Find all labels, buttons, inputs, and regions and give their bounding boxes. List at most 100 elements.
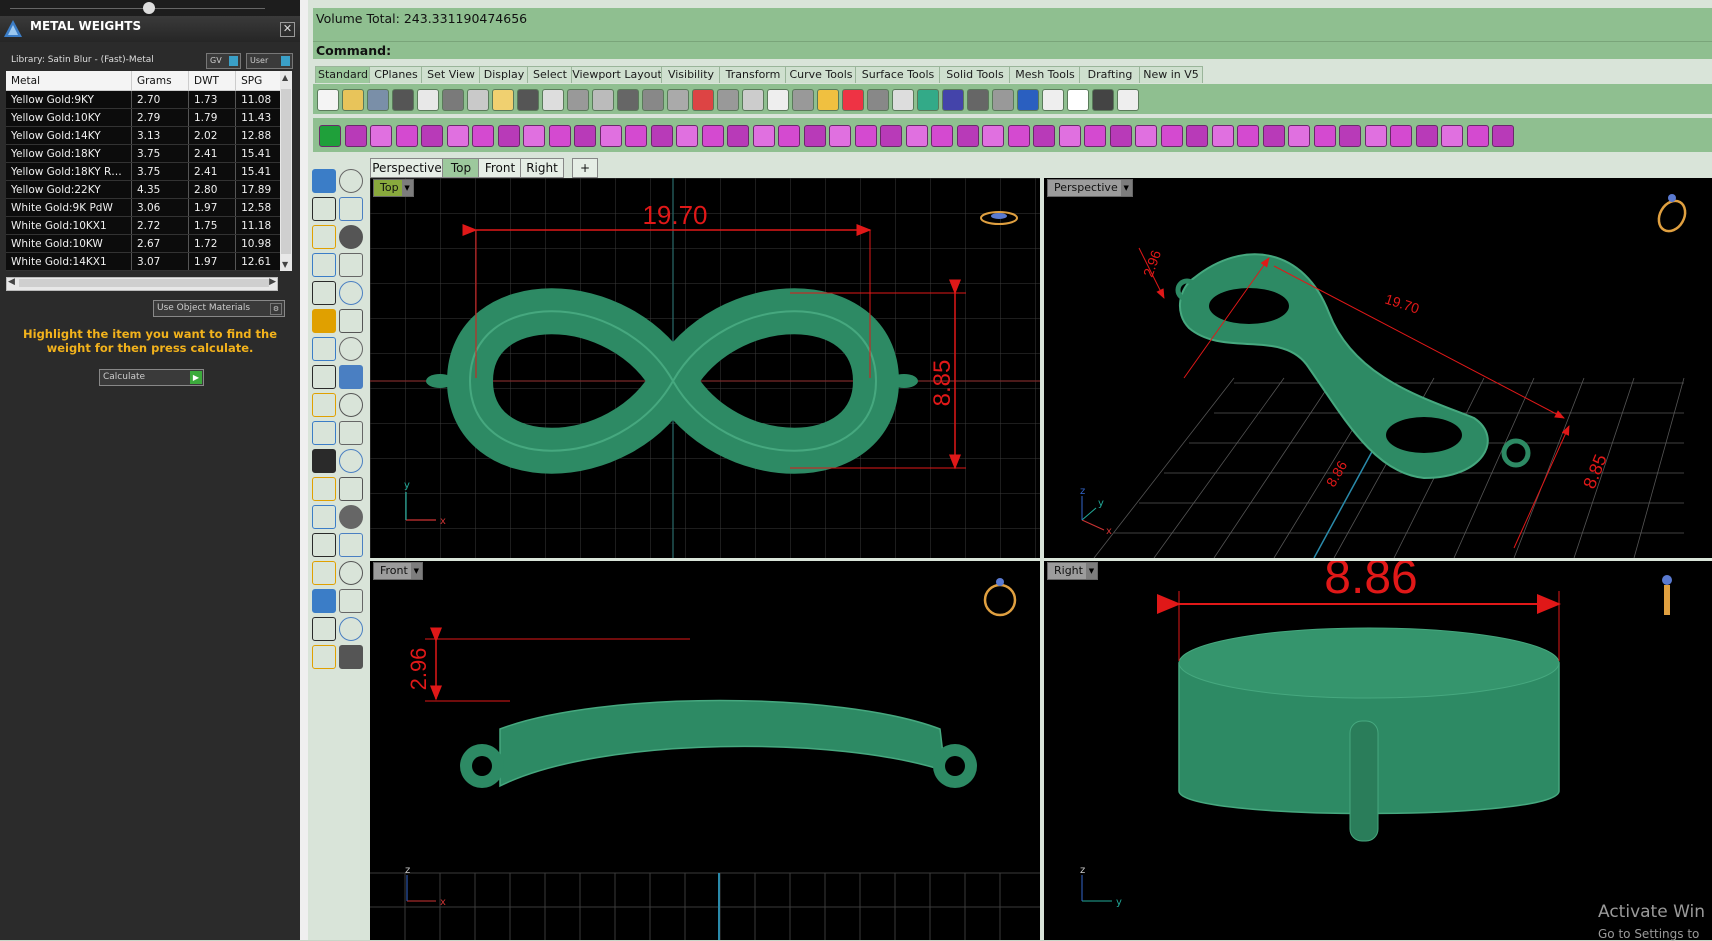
- solid-tool-icon[interactable]: [574, 125, 596, 147]
- zoom-extents-icon[interactable]: [642, 89, 664, 111]
- paste-icon[interactable]: [492, 89, 514, 111]
- point-icon[interactable]: [792, 89, 814, 111]
- viewport-label-front[interactable]: Front ▼: [373, 562, 423, 580]
- tab-standard[interactable]: Standard: [315, 66, 371, 83]
- text-icon[interactable]: [312, 505, 336, 529]
- color-wheel-icon[interactable]: [917, 89, 939, 111]
- solid-tool-icon[interactable]: [497, 125, 520, 147]
- grid-icon[interactable]: [339, 561, 363, 585]
- close-icon[interactable]: ✕: [280, 22, 295, 37]
- box-icon[interactable]: [312, 337, 336, 361]
- solid-tool-icon[interactable]: [1237, 125, 1259, 147]
- solid-tool-icon[interactable]: [1058, 125, 1081, 147]
- extend-icon[interactable]: [339, 421, 363, 445]
- print-icon[interactable]: [392, 89, 414, 111]
- solid-tool-icon[interactable]: [650, 125, 673, 147]
- gv-toggle[interactable]: GV: [206, 53, 241, 69]
- globe-icon[interactable]: [1017, 89, 1039, 111]
- help-icon[interactable]: [1117, 89, 1139, 111]
- solid-tool-icon[interactable]: [905, 125, 928, 147]
- table-row[interactable]: White Gold:10KW 2.67 1.72 10.98: [6, 234, 282, 253]
- tab-curve-tools[interactable]: Curve Tools: [785, 66, 857, 83]
- solid-tool-icon[interactable]: [395, 125, 418, 147]
- offset-icon[interactable]: [312, 477, 336, 501]
- rectangle-icon[interactable]: [339, 253, 363, 277]
- group-icon[interactable]: [312, 449, 336, 473]
- color-icon[interactable]: [892, 89, 914, 111]
- table-row[interactable]: Yellow Gold:14KY 3.13 2.02 12.88: [6, 126, 282, 145]
- viewport-label-perspective[interactable]: Perspective ▼: [1047, 179, 1133, 197]
- solid-tool-icon[interactable]: [370, 125, 392, 147]
- surface-icon[interactable]: [312, 309, 336, 333]
- solid-tool-icon[interactable]: [1033, 125, 1055, 147]
- solid-tool-icon[interactable]: [1007, 125, 1030, 147]
- viewport-tab-top[interactable]: Top: [442, 158, 480, 178]
- cut-icon[interactable]: [442, 89, 464, 111]
- solid-tool-icon[interactable]: [1415, 125, 1438, 147]
- arc-icon[interactable]: [312, 253, 336, 277]
- solid-tool-icon[interactable]: [1186, 125, 1208, 147]
- freeform-icon[interactable]: [339, 281, 363, 305]
- solid-tool-icon[interactable]: [472, 125, 494, 147]
- scroll-down-icon[interactable]: ▼: [282, 260, 288, 269]
- table-row[interactable]: Yellow Gold:22KY 4.35 2.80 17.89: [6, 180, 282, 199]
- lock-icon[interactable]: [867, 89, 889, 111]
- splitter[interactable]: [300, 0, 308, 940]
- render-icon[interactable]: [967, 89, 989, 111]
- solid-tool-icon[interactable]: [1109, 125, 1132, 147]
- patch-icon[interactable]: [339, 309, 363, 333]
- solid-tool-icon[interactable]: [625, 125, 647, 147]
- solid-tool-icon[interactable]: [956, 125, 979, 147]
- select-icon[interactable]: [817, 89, 839, 111]
- solid-tool-icon[interactable]: [778, 125, 800, 147]
- viewport-right[interactable]: 8.86 y z Right ▼: [1044, 561, 1712, 940]
- tab-select[interactable]: Select: [527, 66, 573, 83]
- solid-tool-icon[interactable]: [880, 125, 902, 147]
- column-header[interactable]: SPG: [235, 71, 282, 91]
- distance-icon[interactable]: [339, 589, 363, 613]
- tab-visibility[interactable]: Visibility: [661, 66, 721, 83]
- user-toggle[interactable]: User: [246, 53, 293, 69]
- open-file-icon[interactable]: [342, 89, 364, 111]
- viewport-label-top[interactable]: Top ▼: [373, 179, 414, 197]
- tab-drafting[interactable]: Drafting: [1079, 66, 1141, 83]
- solid-tool-icon[interactable]: [982, 125, 1004, 147]
- table-row[interactable]: Yellow Gold:18KY R… 3.75 2.41 15.41: [6, 162, 282, 181]
- dimension-icon[interactable]: [1092, 89, 1114, 111]
- boolean-icon[interactable]: [339, 393, 363, 417]
- scroll-thumb[interactable]: [281, 89, 291, 254]
- table-row[interactable]: Yellow Gold:18KY 3.75 2.41 15.41: [6, 144, 282, 163]
- tab-display[interactable]: Display: [479, 66, 529, 83]
- solid-tool-icon[interactable]: [1364, 125, 1387, 147]
- scroll-thumb[interactable]: [19, 279, 269, 287]
- add-viewport-tab[interactable]: +: [572, 158, 598, 178]
- check-icon[interactable]: [339, 617, 363, 641]
- gear-icon[interactable]: [1067, 89, 1089, 111]
- tab-transform[interactable]: Transform: [719, 66, 787, 83]
- solid-tool-icon[interactable]: [548, 125, 571, 147]
- viewport-front[interactable]: 2.96 x z Front ▼: [370, 561, 1040, 940]
- viewport-top[interactable]: 19.70 8.85 x y Top ▼: [370, 178, 1040, 558]
- zoom-icon[interactable]: [592, 89, 614, 111]
- calculate-button[interactable]: Calculate ▶: [99, 369, 204, 386]
- solid-tool-icon[interactable]: [1339, 125, 1361, 147]
- explode-icon[interactable]: [312, 393, 336, 417]
- copy-icon[interactable]: [467, 89, 489, 111]
- pencil-icon[interactable]: [1042, 89, 1064, 111]
- shade-icon[interactable]: [942, 89, 964, 111]
- ellipse-icon[interactable]: [339, 225, 363, 249]
- table-row[interactable]: Yellow Gold:10KY 2.79 1.79 11.43: [6, 108, 282, 127]
- move-view-icon[interactable]: [567, 89, 589, 111]
- scroll-left-icon[interactable]: ◀: [8, 277, 15, 287]
- zoom-selected-icon[interactable]: [667, 89, 689, 111]
- solid-tool-icon[interactable]: [752, 125, 775, 147]
- car-icon[interactable]: [742, 89, 764, 111]
- viewport-perspective[interactable]: 2.96 8.86 19.70 8.85 x y z Perspective ▼: [1044, 178, 1712, 558]
- solid-tool-icon[interactable]: [727, 125, 749, 147]
- solid-tool-icon[interactable]: [1466, 125, 1489, 147]
- solid-tool-icon[interactable]: [829, 125, 851, 147]
- solid-tool-icon[interactable]: [1441, 125, 1463, 147]
- options-icon[interactable]: [767, 89, 789, 111]
- pan-icon[interactable]: [542, 89, 564, 111]
- viewport-tab-perspective[interactable]: Perspective: [370, 158, 444, 178]
